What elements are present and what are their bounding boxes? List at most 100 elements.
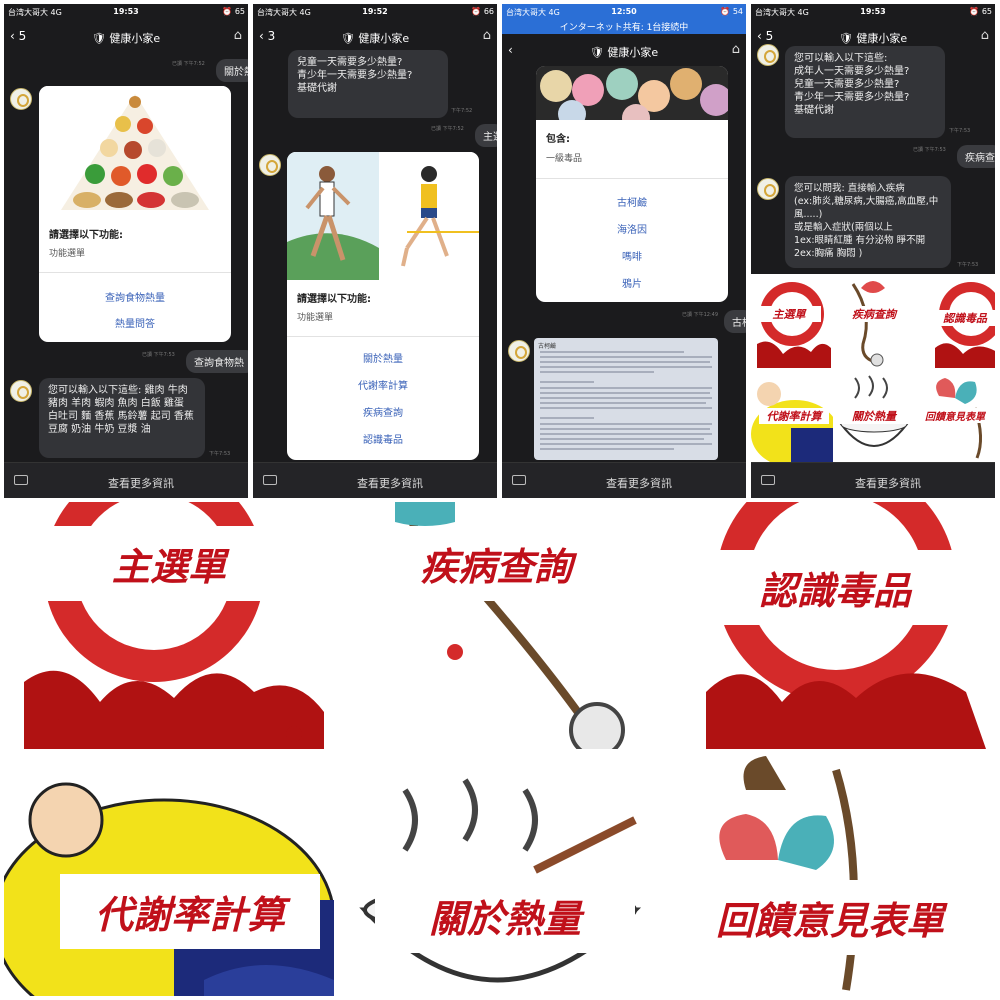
know-drugs-button[interactable]: 認識毒品 (287, 431, 479, 446)
bottom-bar: 查看更多資訊 (253, 462, 497, 498)
feedback-form-label: 回饋意見表單 (680, 880, 980, 955)
sticker-feedback-form[interactable]: 回饋意見表單 (915, 368, 995, 464)
sticker-about-calorie[interactable]: 關於熱量 (833, 368, 915, 464)
chat-screen-2: 台湾大哥大 4G 19:52 ⏰ 66 ‹ 3 🛡 健康小家e ⌂ 兒童一天需要… (253, 4, 497, 498)
menu-cell-feedback-form[interactable]: 回饋意見表單 (666, 750, 996, 996)
chat-title: 🛡 健康小家e (838, 32, 908, 45)
keyboard-icon[interactable] (512, 475, 526, 485)
keyboard-icon[interactable] (263, 475, 277, 485)
divider (39, 272, 231, 273)
timestamp: 下午7:52 (451, 108, 473, 114)
user-message: 古柯 (724, 310, 746, 333)
user-message: 關於熱 (216, 59, 248, 82)
sticker-know-drugs[interactable]: 認識毒品 (915, 274, 995, 368)
know-drugs-label: 認識毒品 (690, 550, 980, 625)
drug-card: 包含: 一級毒品 古柯鹼 海洛因 嗎啡 鴉片 (536, 66, 728, 302)
about-calorie-button[interactable]: 關於熱量 (287, 350, 479, 365)
status-bar: 台湾大哥大 4G 12:50 ⏰ 54 インターネット共有: 1台接続中 (502, 4, 746, 34)
opium-button[interactable]: 鴉片 (536, 275, 728, 290)
heroin-button[interactable]: 海洛因 (536, 221, 728, 236)
bot-message: 您可以輸入以下這些: 成年人一天需要多少熱量? 兒童一天需要多少熱量? 青少年一… (785, 46, 945, 138)
bottom-bar: 查看更多資訊 (4, 462, 248, 498)
about-calorie-label: 關於熱量 (375, 878, 635, 953)
card-title: 包含: (546, 134, 570, 145)
chat-title: 🛡 健康小家e (340, 32, 410, 45)
keyboard-icon[interactable] (761, 475, 775, 485)
bot-avatar (10, 88, 32, 110)
bottom-bar: 查看更多資訊 (502, 462, 746, 498)
rich-menu-enlarged: 主選單 疾病查詢 認識毒品 代謝率計算 關於熱量 回饋意見表單 (4, 502, 996, 996)
morphine-button[interactable]: 嗎啡 (536, 248, 728, 263)
home-icon[interactable]: ⌂ (483, 28, 491, 43)
chat-screen-3: 台湾大哥大 4G 12:50 ⏰ 54 インターネット共有: 1台接続中 ‹ 🛡… (502, 4, 746, 498)
read-timestamp: 已讀 下午7:53 (142, 352, 175, 358)
home-icon[interactable]: ⌂ (234, 28, 242, 43)
cocaine-button[interactable]: 古柯鹼 (536, 194, 728, 209)
bottom-bar: 查看更多資訊 (751, 462, 995, 498)
hotspot-notice: インターネット共有: 1台接続中 (559, 23, 689, 33)
divider (287, 336, 479, 337)
divider (536, 178, 728, 179)
bot-avatar (259, 154, 281, 176)
menu-cell-disease-query[interactable]: 疾病查詢 (335, 502, 665, 749)
sticker-main-menu[interactable]: 主選單 (751, 274, 833, 368)
pills-image (536, 66, 728, 132)
status-bar: 台湾大哥大 4G 19:53 ⏰ 65 (755, 7, 992, 17)
metabolic-rate-button[interactable]: 代謝率計算 (287, 377, 479, 392)
timestamp: 下午7:53 (949, 128, 971, 134)
status-bar: 台湾大哥大 4G 19:52 ⏰ 66 (257, 7, 494, 17)
chat-header: ‹ 5 🛡 健康小家e ⌂ (4, 22, 248, 52)
chat-screen-1: 台湾大哥大 4G 19:53 ⏰ 65 ‹ 5 🛡 健康小家e ⌂ 關於熱 已讀… (4, 4, 248, 498)
menu-card: 請選擇以下功能: 功能選單 關於熱量 代謝率計算 疾病查詢 認識毒品 (287, 152, 479, 460)
metabolic-rate-label: 代謝率計算 (60, 874, 320, 949)
sticker-disease-query[interactable]: 疾病查詢 (833, 274, 915, 368)
bot-avatar (757, 178, 779, 200)
card-subtitle: 功能選單 (49, 249, 86, 259)
home-icon[interactable]: ⌂ (732, 42, 740, 57)
menu-cell-metabolic-rate[interactable]: 代謝率計算 (4, 750, 334, 996)
drug-info-image: 古柯鹼 (534, 338, 718, 460)
read-timestamp: 已讀 下午7:52 (431, 126, 464, 132)
food-calorie-button[interactable]: 查詢食物熱量 (39, 289, 231, 304)
food-pyramid-image (39, 86, 231, 214)
main-menu-label: 主選單 (44, 526, 294, 601)
read-timestamp: 已讀 下午7:53 (913, 147, 946, 153)
timestamp: 下午7:53 (957, 262, 979, 268)
more-info-button[interactable]: 查看更多資訊 (283, 475, 497, 491)
bot-message: 兒童一天需要多少熱量? 青少年一天需要多少熱量? 基礎代謝 (288, 50, 448, 118)
pills-stethoscope-image (719, 756, 858, 991)
more-info-button[interactable]: 查看更多資訊 (781, 475, 995, 491)
menu-card: 請選擇以下功能: 功能選單 查詢食物熱量 熱量問答 (39, 86, 231, 342)
card-title: 請選擇以下功能: (297, 294, 371, 305)
disease-query-label: 疾病查詢 (371, 526, 621, 601)
home-icon[interactable]: ⌂ (981, 28, 989, 43)
bot-avatar (508, 340, 530, 362)
menu-cell-main-menu[interactable]: 主選單 (4, 502, 334, 749)
blood-splash-image (706, 502, 986, 749)
yellow-character-image (4, 782, 334, 996)
bot-avatar (10, 380, 32, 402)
chat-screen-4: 台湾大哥大 4G 19:53 ⏰ 65 ‹ 5 🛡 健康小家e ⌂ 您可以輸入以… (751, 4, 995, 498)
rice-bowl-image (359, 778, 642, 983)
chat-title: 🛡 健康小家e (91, 32, 161, 45)
runners-image (287, 152, 479, 280)
keyboard-icon[interactable] (14, 475, 28, 485)
more-info-button[interactable]: 查看更多資訊 (532, 475, 746, 491)
status-bar: 台湾大哥大 4G 19:53 ⏰ 65 (8, 7, 245, 17)
read-timestamp: 已讀 下午12:49 (682, 312, 718, 318)
timestamp: 下午7:53 (209, 451, 231, 457)
more-info-button[interactable]: 查看更多資訊 (34, 475, 248, 491)
menu-cell-about-calorie[interactable]: 關於熱量 (335, 750, 665, 996)
user-message: 主選 (475, 124, 497, 147)
bot-message: 您可以輸入以下這些: 雞肉 牛肉 豬肉 羊肉 蝦肉 魚肉 白飯 雞蛋 白吐司 麵… (39, 378, 205, 458)
sticker-metabolic-rate[interactable]: 代謝率計算 (751, 368, 833, 464)
card-subtitle: 功能選單 (297, 313, 334, 323)
card-subtitle: 一級毒品 (546, 154, 583, 164)
calorie-qa-button[interactable]: 熱量問答 (39, 315, 231, 330)
disease-query-button[interactable]: 疾病查詢 (287, 404, 479, 419)
chat-header: ‹ 🛡 健康小家e ⌂ (502, 36, 746, 66)
menu-cell-know-drugs[interactable]: 認識毒品 (666, 502, 996, 749)
read-timestamp: 已讀 下午7:52 (172, 61, 205, 67)
card-title: 請選擇以下功能: (49, 230, 123, 241)
chat-header: ‹ 3 🛡 健康小家e ⌂ (253, 22, 497, 52)
